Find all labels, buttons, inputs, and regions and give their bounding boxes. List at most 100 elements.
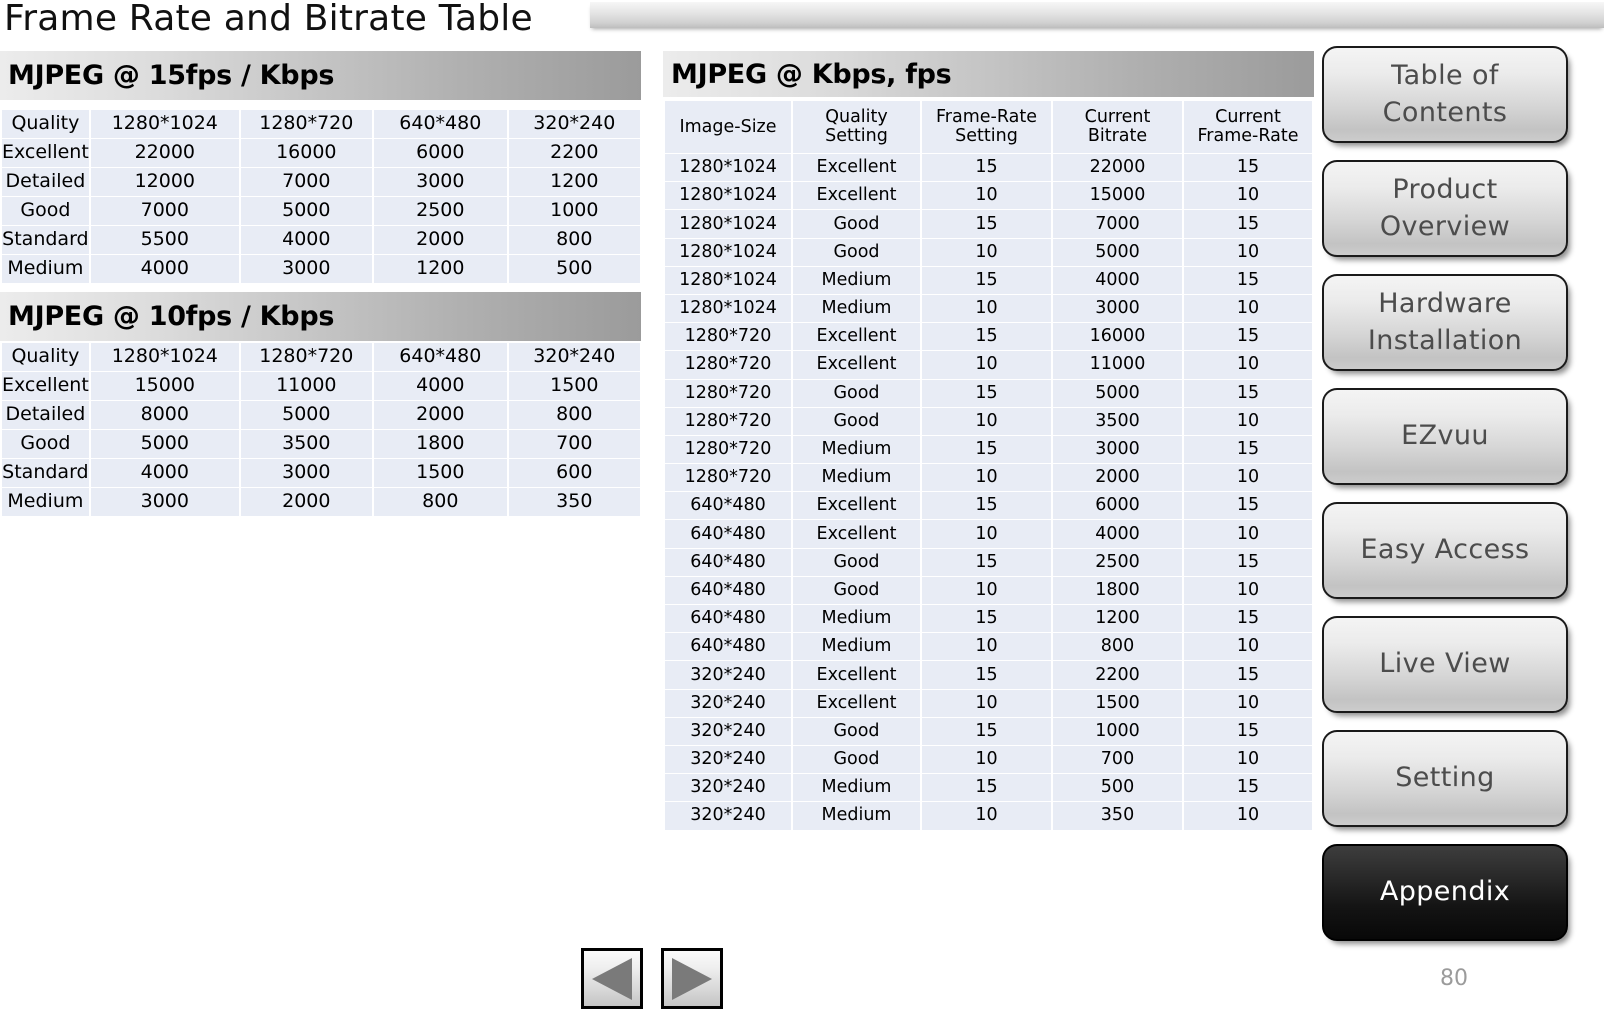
- table-row: Detailed 8000 5000 2000 800: [2, 401, 640, 429]
- side-nav-item-ezvuu[interactable]: EZvuu: [1322, 388, 1568, 485]
- side-nav-item-easy-access[interactable]: Easy Access: [1322, 502, 1568, 599]
- cell-quality-setting: Good: [793, 379, 920, 407]
- cell-quality-setting: Excellent: [793, 689, 920, 717]
- cell-current-frame-rate: 10: [1184, 294, 1312, 323]
- column-header-line: Current: [1215, 107, 1281, 128]
- cell-frame-rate-setting: 10: [922, 351, 1051, 379]
- cell-quality-setting: Good: [793, 745, 920, 774]
- top-decoration-bar: [590, 2, 1604, 28]
- table-row: 320*240 Medium 15 500 15: [665, 774, 1312, 802]
- table-row: 640*480 Good 10 1800 10: [665, 576, 1312, 604]
- cell-image-size: 640*480: [665, 492, 791, 520]
- cell-quality-setting: Medium: [793, 802, 920, 830]
- cell-image-size: 1280*720: [665, 407, 791, 435]
- cell-current-bitrate: 350: [1053, 802, 1182, 830]
- section-banner-label: MJPEG @ 10fps / Kbps: [8, 301, 335, 332]
- cell-frame-rate-setting: 10: [922, 520, 1051, 548]
- table-row: 1280*1024 Excellent 10 15000 10: [665, 182, 1312, 210]
- table-row: 320*240 Good 10 700 10: [665, 745, 1312, 774]
- cell-value: 1500: [373, 459, 507, 487]
- cell-current-frame-rate: 15: [1184, 492, 1312, 520]
- table-header-row: Quality 1280*1024 1280*720 640*480 320*2…: [2, 343, 640, 371]
- table-row: 640*480 Good 15 2500 15: [665, 548, 1312, 576]
- cell-quality-setting: Good: [793, 717, 920, 745]
- column-header-current-frame-rate: Current Frame-Rate: [1184, 101, 1312, 153]
- cell-value: 2500: [373, 197, 507, 225]
- side-nav-item-table-of-contents[interactable]: Table of Contents: [1322, 46, 1568, 143]
- cell-value: 1000: [508, 197, 640, 225]
- table-row: Medium 3000 2000 800 350: [2, 488, 640, 516]
- side-nav-item-appendix[interactable]: Appendix: [1322, 844, 1568, 941]
- side-nav-item-product-overview[interactable]: Product Overview: [1322, 160, 1568, 257]
- cell-quality: Excellent: [2, 139, 89, 167]
- cell-image-size: 1280*720: [665, 435, 791, 464]
- cell-quality-setting: Medium: [793, 435, 920, 464]
- table-mjpeg-10fps: Quality 1280*1024 1280*720 640*480 320*2…: [0, 342, 642, 517]
- cell-quality-setting: Medium: [793, 294, 920, 323]
- cell-current-bitrate: 1200: [1053, 605, 1182, 633]
- cell-value: 800: [508, 401, 640, 429]
- cell-current-frame-rate: 10: [1184, 802, 1312, 830]
- cell-quality: Good: [2, 430, 89, 458]
- table-row: 1280*720 Good 15 5000 15: [665, 379, 1312, 407]
- cell-frame-rate-setting: 15: [922, 435, 1051, 464]
- cell-current-frame-rate: 10: [1184, 238, 1312, 266]
- cell-frame-rate-setting: 10: [922, 745, 1051, 774]
- cell-current-frame-rate: 15: [1184, 323, 1312, 351]
- side-nav-item-setting[interactable]: Setting: [1322, 730, 1568, 827]
- cell-value: 4000: [90, 255, 239, 283]
- table-row: 1280*720 Medium 10 2000 10: [665, 464, 1312, 492]
- cell-current-bitrate: 2200: [1053, 661, 1182, 689]
- cell-value: 4000: [90, 459, 239, 487]
- cell-quality: Medium: [2, 488, 89, 516]
- cell-value: 2000: [240, 488, 372, 516]
- cell-current-bitrate: 2500: [1053, 548, 1182, 576]
- cell-image-size: 1280*1024: [665, 294, 791, 323]
- cell-current-frame-rate: 10: [1184, 182, 1312, 210]
- cell-current-frame-rate: 15: [1184, 548, 1312, 576]
- cell-frame-rate-setting: 15: [922, 548, 1051, 576]
- cell-quality-setting: Medium: [793, 633, 920, 661]
- section-banner-mjpeg-15fps: MJPEG @ 15fps / Kbps: [0, 51, 641, 100]
- cell-current-frame-rate: 15: [1184, 774, 1312, 802]
- column-header: 320*240: [508, 343, 640, 371]
- section-banner-label: MJPEG @ Kbps, fps: [671, 58, 952, 90]
- cell-image-size: 640*480: [665, 520, 791, 548]
- cell-image-size: 640*480: [665, 576, 791, 604]
- next-page-button[interactable]: [661, 948, 723, 1009]
- table-row: Standard 4000 3000 1500 600: [2, 459, 640, 487]
- cell-value: 11000: [240, 372, 372, 400]
- cell-value: 12000: [90, 168, 239, 196]
- cell-value: 1200: [508, 168, 640, 196]
- cell-frame-rate-setting: 10: [922, 464, 1051, 492]
- cell-image-size: 1280*720: [665, 351, 791, 379]
- cell-quality-setting: Excellent: [793, 182, 920, 210]
- side-nav-item-live-view[interactable]: Live View: [1322, 616, 1568, 713]
- cell-frame-rate-setting: 15: [922, 605, 1051, 633]
- table-row: Medium 4000 3000 1200 500: [2, 255, 640, 283]
- cell-image-size: 1280*1024: [665, 266, 791, 294]
- table-row: Good 7000 5000 2500 1000: [2, 197, 640, 225]
- table-row: Good 5000 3500 1800 700: [2, 430, 640, 458]
- table-header-row: Quality 1280*1024 1280*720 640*480 320*2…: [2, 110, 640, 138]
- column-header-line: Bitrate: [1087, 126, 1148, 146]
- cell-current-frame-rate: 10: [1184, 407, 1312, 435]
- column-header-line: Frame-Rate: [1197, 126, 1299, 146]
- cell-quality: Good: [2, 197, 89, 225]
- cell-frame-rate-setting: 10: [922, 633, 1051, 661]
- side-nav-item-label: Setting: [1395, 762, 1495, 794]
- cell-current-bitrate: 1000: [1053, 717, 1182, 745]
- cell-value: 5000: [240, 401, 372, 429]
- side-nav-item-hardware-installation[interactable]: Hardware Installation: [1322, 274, 1568, 371]
- cell-image-size: 320*240: [665, 745, 791, 774]
- cell-current-frame-rate: 15: [1184, 154, 1312, 182]
- previous-page-button[interactable]: [581, 948, 643, 1009]
- cell-current-bitrate: 16000: [1053, 323, 1182, 351]
- cell-value: 500: [508, 255, 640, 283]
- cell-image-size: 1280*1024: [665, 210, 791, 238]
- cell-value: 600: [508, 459, 640, 487]
- side-nav-item-label: Hardware Installation: [1367, 288, 1523, 356]
- cell-image-size: 1280*720: [665, 323, 791, 351]
- cell-value: 700: [508, 430, 640, 458]
- cell-current-frame-rate: 15: [1184, 266, 1312, 294]
